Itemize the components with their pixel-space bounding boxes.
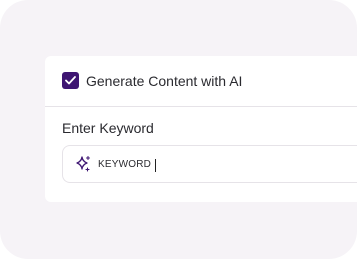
generate-ai-label: Generate Content with AI: [86, 73, 243, 89]
ai-content-card: Generate Content with AI Enter Keyword K…: [45, 56, 357, 202]
keyword-input-value-wrap: KEYWORD: [98, 158, 157, 172]
keyword-input[interactable]: KEYWORD: [62, 145, 357, 183]
generate-ai-row: Generate Content with AI: [45, 56, 357, 107]
keyword-field-label: Enter Keyword: [62, 120, 154, 136]
checkmark-icon: [65, 76, 76, 85]
text-caret: [155, 158, 157, 172]
sparkle-icon: [76, 155, 91, 172]
generate-ai-checkbox[interactable]: [62, 72, 79, 89]
keyword-input-value: KEYWORD: [98, 159, 152, 170]
